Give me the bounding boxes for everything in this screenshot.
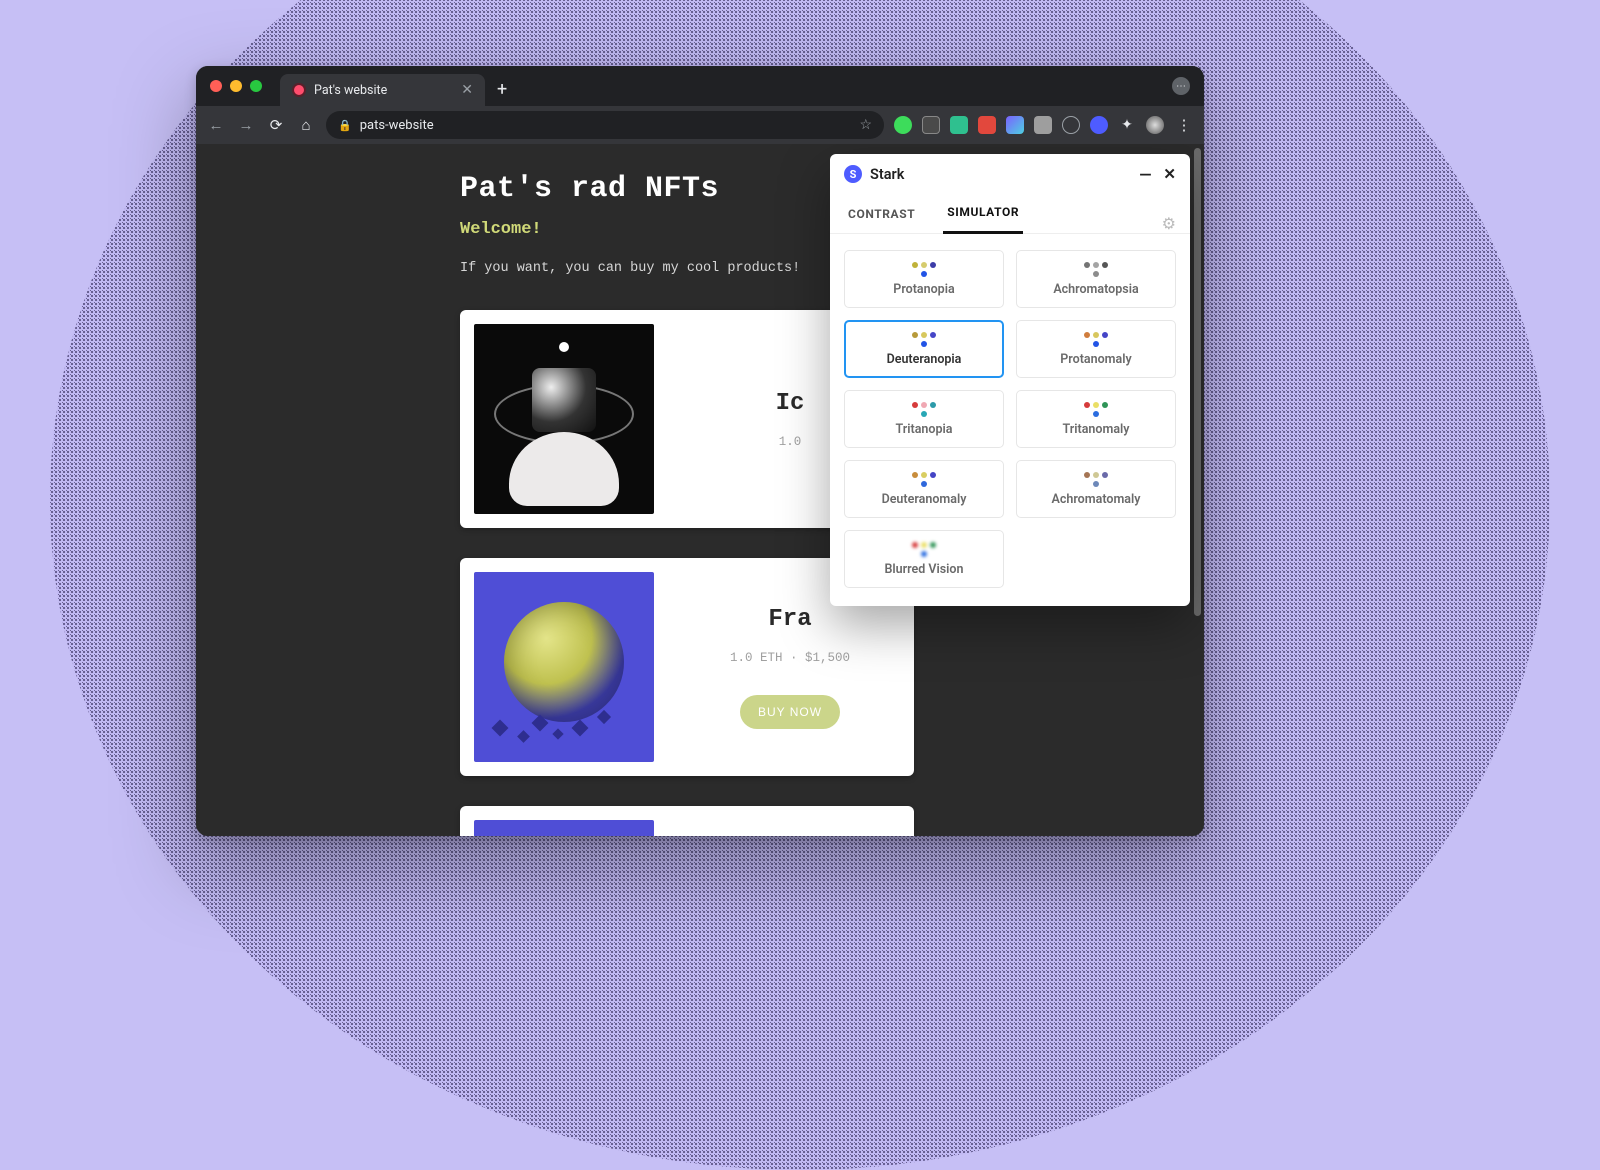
new-tab-button[interactable]: + xyxy=(497,79,507,100)
info-icon[interactable] xyxy=(1062,116,1080,134)
bookmark-star-icon[interactable]: ☆ xyxy=(859,117,872,133)
stark-logo-icon: S xyxy=(844,165,862,183)
color-dots-icon xyxy=(1082,472,1110,487)
sim-label: Achromatopsia xyxy=(1053,282,1138,297)
sim-protanopia[interactable]: Protanopia xyxy=(844,250,1004,308)
sim-achromatomaly[interactable]: Achromatomaly xyxy=(1016,460,1176,518)
product-thumbnail xyxy=(474,572,654,762)
stark-panel: S Stark — ✕ CONTRAST SIMULATOR ⚙ Protano… xyxy=(830,154,1190,606)
buy-now-button[interactable]: BUY NOW xyxy=(740,695,840,729)
tab-contrast[interactable]: CONTRAST xyxy=(844,197,919,233)
close-window-icon[interactable] xyxy=(210,80,222,92)
address-bar[interactable]: 🔒 pats-website ☆ xyxy=(326,111,884,139)
sim-label: Deuteranomaly xyxy=(882,492,967,507)
toolbar: ← → ⟳ ⌂ 🔒 pats-website ☆ ✦ ⋮ xyxy=(196,106,1204,144)
product-title: Fra xyxy=(768,606,811,633)
sim-label: Deuteranopia xyxy=(887,352,962,367)
forward-button[interactable]: → xyxy=(236,116,256,134)
sim-label: Protanomaly xyxy=(1060,352,1131,367)
sim-label: Protanopia xyxy=(893,282,954,297)
stark-title: Stark xyxy=(870,166,1131,183)
sim-label: Achromatomaly xyxy=(1052,492,1141,507)
sim-tritanomaly[interactable]: Tritanomaly xyxy=(1016,390,1176,448)
url-text: pats-website xyxy=(360,118,434,133)
extensions-puzzle-icon[interactable]: ✦ xyxy=(1118,116,1136,134)
tab-title: Pat's website xyxy=(314,83,453,98)
window-menu-icon[interactable]: ⋯ xyxy=(1172,77,1190,95)
extension-icon[interactable] xyxy=(950,116,968,134)
traffic-lights[interactable] xyxy=(210,80,262,92)
product-card xyxy=(460,806,914,836)
product-thumbnail xyxy=(474,820,654,836)
minimize-window-icon[interactable] xyxy=(230,80,242,92)
color-dots-icon xyxy=(910,262,938,277)
product-title: Ic xyxy=(776,390,805,417)
sim-deuteranopia[interactable]: Deuteranopia xyxy=(844,320,1004,378)
sim-achromatopsia[interactable]: Achromatopsia xyxy=(1016,250,1176,308)
favicon-icon xyxy=(292,83,306,97)
lock-icon: 🔒 xyxy=(338,119,352,132)
sim-deuteranomaly[interactable]: Deuteranomaly xyxy=(844,460,1004,518)
browser-tab[interactable]: Pat's website ✕ xyxy=(280,74,485,106)
simulator-grid: Protanopia Achromatopsia Deuteranopia Prota… xyxy=(830,234,1190,606)
extension-icon[interactable] xyxy=(1006,116,1024,134)
sim-label: Blurred Vision xyxy=(884,562,963,577)
extension-icon[interactable] xyxy=(978,116,996,134)
extension-icon[interactable] xyxy=(894,116,912,134)
sim-tritanopia[interactable]: Tritanopia xyxy=(844,390,1004,448)
color-dots-icon xyxy=(910,472,938,487)
page-viewport: Pat's rad NFTs Welcome! If you want, you… xyxy=(196,144,1204,836)
product-price: 1.0 xyxy=(779,435,802,449)
extension-icon[interactable] xyxy=(922,116,940,134)
color-dots-icon xyxy=(1082,262,1110,277)
home-button[interactable]: ⌂ xyxy=(296,116,316,134)
profile-avatar[interactable] xyxy=(1146,116,1164,134)
color-dots-icon xyxy=(1082,332,1110,347)
tab-simulator[interactable]: SIMULATOR xyxy=(943,195,1023,234)
stark-extension-icon[interactable] xyxy=(1090,116,1108,134)
gear-icon[interactable]: ⚙ xyxy=(1162,214,1176,233)
maximize-window-icon[interactable] xyxy=(250,80,262,92)
color-dots-icon xyxy=(910,402,938,417)
extensions-tray: ✦ ⋮ xyxy=(894,116,1194,134)
product-thumbnail xyxy=(474,324,654,514)
scrollbar-thumb[interactable] xyxy=(1194,148,1201,616)
tab-strip: Pat's website ✕ + ⋯ xyxy=(196,66,1204,106)
browser-window: Pat's website ✕ + ⋯ ← → ⟳ ⌂ 🔒 pats-websi… xyxy=(196,66,1204,836)
color-dots-icon xyxy=(910,542,938,557)
color-dots-icon xyxy=(1082,402,1110,417)
reload-button[interactable]: ⟳ xyxy=(266,116,286,134)
sim-blurred[interactable]: Blurred Vision xyxy=(844,530,1004,588)
scrollbar-track[interactable] xyxy=(1192,144,1204,836)
back-button[interactable]: ← xyxy=(206,116,226,134)
extension-icon[interactable] xyxy=(1034,116,1052,134)
stark-panel-header: S Stark — ✕ xyxy=(830,154,1190,194)
stark-tabs: CONTRAST SIMULATOR ⚙ xyxy=(830,194,1190,234)
color-dots-icon xyxy=(910,332,938,347)
product-price: 1.0 ETH · $1,500 xyxy=(730,651,850,665)
sim-protanomaly[interactable]: Protanomaly xyxy=(1016,320,1176,378)
sim-label: Tritanopia xyxy=(896,422,953,437)
kebab-menu-icon[interactable]: ⋮ xyxy=(1174,116,1194,134)
close-icon[interactable]: ✕ xyxy=(1163,165,1176,183)
tab-close-icon[interactable]: ✕ xyxy=(461,82,473,98)
minimize-icon[interactable]: — xyxy=(1139,165,1151,184)
sim-label: Tritanomaly xyxy=(1063,422,1130,437)
